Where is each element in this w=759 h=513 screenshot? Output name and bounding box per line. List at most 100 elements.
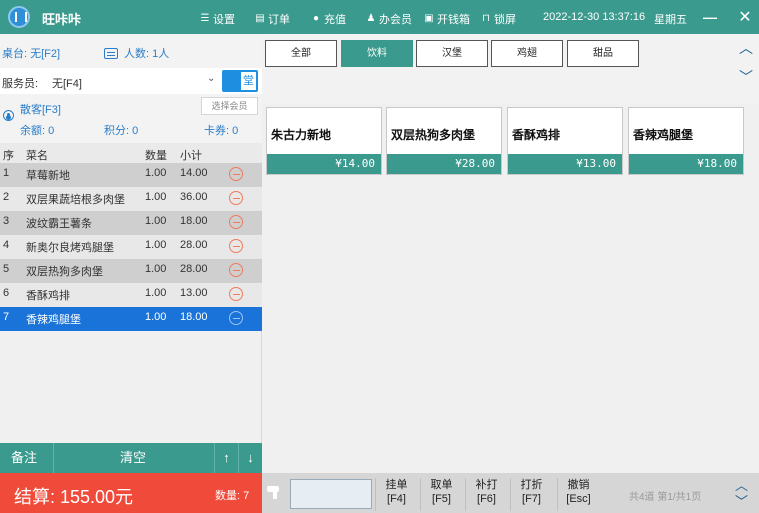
- tab-drinks[interactable]: 饮料: [341, 40, 413, 67]
- row-subtotal: 36.00: [180, 191, 208, 203]
- row-subtotal: 28.00: [180, 239, 208, 251]
- recharge-button[interactable]: ● 充值: [311, 11, 346, 27]
- remove-item-icon[interactable]: [229, 191, 243, 205]
- discount-button[interactable]: 打折 [F7]: [510, 478, 552, 511]
- remove-item-icon[interactable]: [229, 311, 243, 325]
- orders-label: 订单: [268, 14, 290, 26]
- row-index: 3: [3, 215, 10, 227]
- row-quantity: 1.00: [145, 167, 167, 179]
- order-row[interactable]: 6 香酥鸡排 1.00 13.00: [0, 283, 262, 307]
- app-logo-icon: [8, 6, 30, 28]
- tab-wings[interactable]: 鸡翅: [491, 40, 563, 67]
- settings-button[interactable]: ☰ 设置: [200, 11, 235, 27]
- row-index: 1: [3, 167, 10, 179]
- remove-item-icon[interactable]: [229, 263, 243, 277]
- product-card[interactable]: 双层热狗多肉堡 ¥28.00: [386, 107, 502, 175]
- notes-button[interactable]: 备注: [0, 443, 54, 473]
- order-row[interactable]: 2 双层果蔬培根多肉堡 1.00 36.00: [0, 187, 262, 211]
- header-index: 序: [3, 150, 14, 162]
- lock-icon: ⊓: [482, 13, 490, 24]
- order-row[interactable]: 1 草莓新地 1.00 14.00: [0, 163, 262, 187]
- product-grid: 朱古力新地 ¥14.00 双层热狗多肉堡 ¥28.00 香酥鸡排 ¥13.00 …: [262, 104, 759, 473]
- clock-datetime: 2022-12-30 13:37:16: [543, 11, 646, 23]
- recharge-icon: ●: [312, 13, 320, 24]
- retrieve-order-button[interactable]: 取单 [F5]: [420, 478, 462, 511]
- member-coupons: 卡券: 0: [204, 125, 239, 137]
- member-icon: [3, 110, 14, 121]
- row-subtotal: 18.00: [180, 311, 208, 323]
- lock-screen-button[interactable]: ⊓ 锁屏: [481, 11, 516, 27]
- order-row-selected[interactable]: 7 香辣鸡腿堡 1.00 18.00: [0, 307, 262, 331]
- open-cashbox-label: 开钱箱: [437, 14, 470, 26]
- product-name: 香辣鸡腿堡: [633, 128, 694, 142]
- row-name: 双层热狗多肉堡: [26, 266, 103, 278]
- reprint-label: 补打: [475, 479, 498, 491]
- discount-label: 打折: [520, 479, 543, 491]
- remove-item-icon[interactable]: [229, 287, 243, 301]
- desk-selector[interactable]: 桌台: 无[F2]: [2, 45, 60, 61]
- remove-item-icon[interactable]: [229, 167, 243, 181]
- minimize-button[interactable]: —: [703, 9, 717, 25]
- guest-count[interactable]: 人数: 1人: [104, 45, 169, 61]
- clock-weekday: 星期五: [654, 14, 687, 26]
- choose-member-button[interactable]: 选择会员: [201, 97, 258, 115]
- checkout-button[interactable]: 结算: 155.00元 数量: 7: [0, 473, 262, 513]
- chevron-down-icon[interactable]: ⌄: [207, 73, 215, 84]
- row-index: 6: [3, 287, 10, 299]
- row-index: 2: [3, 191, 10, 203]
- header-quantity: 数量: [145, 150, 167, 162]
- product-name: 朱古力新地: [271, 128, 332, 142]
- reprint-button[interactable]: 补打 [F6]: [465, 478, 507, 511]
- order-row[interactable]: 3 波纹霸王薯条 1.00 18.00: [0, 211, 262, 235]
- product-name: 双层热狗多肉堡: [391, 128, 476, 142]
- user-icon: ♟: [366, 13, 376, 24]
- add-member-button[interactable]: ♟ 办会员: [366, 11, 412, 27]
- clear-button[interactable]: 清空: [55, 443, 211, 473]
- row-quantity: 1.00: [145, 191, 167, 203]
- chevron-down-icon[interactable]: ﹀: [739, 67, 753, 87]
- order-row[interactable]: 5 双层热狗多肉堡 1.00 28.00: [0, 259, 262, 283]
- barcode-input[interactable]: [290, 479, 372, 509]
- menu-icon: ☰: [200, 13, 210, 24]
- row-quantity: 1.00: [145, 311, 167, 323]
- remove-item-icon[interactable]: [229, 239, 243, 253]
- discount-key: [F7]: [522, 493, 541, 505]
- product-card[interactable]: 香辣鸡腿堡 ¥18.00: [628, 107, 744, 175]
- category-bar: 全部 饮料 汉堡 鸡翅 甜品: [262, 34, 759, 104]
- arrow-up-icon[interactable]: ↑: [214, 443, 238, 473]
- order-row[interactable]: 4 新奥尔良烤鸡腿堡 1.00 28.00: [0, 235, 262, 259]
- staff-label: 服务员:: [2, 78, 39, 90]
- tab-desserts[interactable]: 甜品: [567, 40, 639, 67]
- member-name[interactable]: 散客[F3]: [20, 101, 61, 117]
- row-name: 草莓新地: [26, 170, 70, 182]
- item-count: 数量: 7: [215, 490, 250, 502]
- remove-item-icon[interactable]: [229, 215, 243, 229]
- row-subtotal: 14.00: [180, 167, 208, 179]
- product-price: ¥14.00: [267, 154, 381, 174]
- hold-order-button[interactable]: 挂单 [F4]: [375, 478, 417, 511]
- reprint-key: [F6]: [477, 493, 496, 505]
- header-subtotal: 小计: [180, 150, 202, 162]
- staff-select[interactable]: 无[F4]: [52, 75, 82, 91]
- row-subtotal: 18.00: [180, 215, 208, 227]
- undo-button[interactable]: 撤销 [Esc]: [557, 478, 599, 511]
- product-price: ¥28.00: [387, 154, 501, 174]
- hold-order-key: [F4]: [387, 493, 406, 505]
- arrow-down-icon[interactable]: ↓: [238, 443, 262, 473]
- dine-in-toggle[interactable]: 堂: [222, 70, 258, 92]
- member-points: 积分: 0: [104, 125, 139, 137]
- open-cashbox-button[interactable]: ▣ 开钱箱: [424, 11, 470, 27]
- row-name: 波纹霸王薯条: [26, 218, 92, 230]
- close-button[interactable]: ✕: [737, 7, 753, 27]
- row-name: 新奥尔良烤鸡腿堡: [26, 242, 114, 254]
- page-down-icon[interactable]: ﹀: [735, 491, 748, 510]
- tab-all[interactable]: 全部: [265, 40, 337, 67]
- orders-button[interactable]: ▤ 订单: [255, 11, 290, 27]
- chevron-up-icon[interactable]: ︿: [739, 38, 753, 58]
- product-card[interactable]: 朱古力新地 ¥14.00: [266, 107, 382, 175]
- staff-row: 服务员: 无[F4] ⌄ 堂: [0, 68, 262, 94]
- tab-burgers[interactable]: 汉堡: [416, 40, 488, 67]
- order-table-header: 序 菜名 数量 小计: [0, 143, 262, 163]
- product-card[interactable]: 香酥鸡排 ¥13.00: [507, 107, 623, 175]
- row-index: 5: [3, 263, 10, 275]
